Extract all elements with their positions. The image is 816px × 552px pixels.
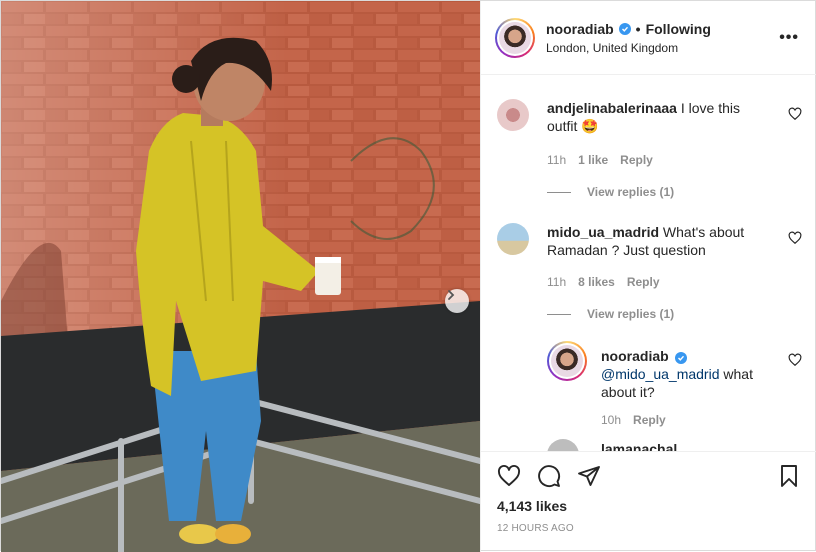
comment-likes[interactable]: 8 likes [578,275,615,289]
comment-text-block: andjelinabalerinaaa I love this outfit 🤩 [547,99,772,135]
comment-username[interactable]: andjelinabalerinaaa [547,100,677,116]
instagram-post: nooradiab • Following London, United Kin… [0,0,816,552]
post-side-panel: nooradiab • Following London, United Kin… [480,1,816,552]
commenter-avatar[interactable] [497,99,529,131]
chevron-right-icon [448,290,455,300]
photo-illustration [1,1,480,552]
reply-username[interactable]: nooradiab [601,348,669,364]
comment-text-block: mido_ua_madrid What's about Ramadan ? Ju… [547,223,772,259]
reply-mention-link[interactable]: @mido_ua_madrid [601,366,720,382]
comment-like-heart-icon[interactable] [788,107,802,121]
comment-username[interactable]: lamanachal [601,441,677,451]
separator: • [635,21,641,37]
following-button[interactable]: Following [646,21,711,37]
comment-likes[interactable]: 1 like [578,153,608,167]
commenter-avatar[interactable] [547,439,579,451]
action-bar: 4,143 likes 12 HOURS AGO [481,451,816,552]
commenter-avatar[interactable] [497,223,529,255]
next-photo-button[interactable] [445,289,469,313]
comment-username[interactable]: mido_ua_madrid [547,224,659,240]
comment-time: 11h [547,275,567,289]
comment-meta: 11h 1 like Reply [547,153,653,167]
paper-plane-icon[interactable] [577,464,601,488]
comment-time: 11h [547,153,567,167]
post-timestamp[interactable]: 12 HOURS AGO [497,523,574,534]
comments-list[interactable]: andjelinabalerinaaa I love this outfit 🤩… [481,75,816,451]
view-replies-button[interactable]: View replies (1) [547,307,674,321]
likes-count[interactable]: 4,143 likes [497,498,567,514]
verified-badge-icon [674,352,687,364]
reply-meta: 10h Reply [601,413,666,427]
comment-meta: 11h 8 likes Reply [547,275,660,289]
post-photo[interactable] [1,1,480,552]
reply-text-block: nooradiab @mido_ua_madrid what about it? [601,347,771,401]
post-location[interactable]: London, United Kingdom [546,41,678,55]
reply-button[interactable]: Reply [633,413,666,427]
heart-icon[interactable] [497,464,521,488]
partial-comment: lamanachal [547,439,802,451]
divider-line [547,313,571,315]
post-header: nooradiab • Following London, United Kin… [481,1,816,75]
comment-icon[interactable] [537,464,561,488]
author-avatar[interactable] [495,18,535,58]
more-options-button[interactable]: ••• [779,29,799,47]
divider-line [547,191,571,193]
reply-like-heart-icon[interactable] [788,353,802,367]
verified-badge-icon [618,23,631,35]
view-replies-label: View replies (1) [587,307,675,321]
reply-time: 10h [601,413,622,427]
comment-like-heart-icon[interactable] [788,231,802,245]
view-replies-label: View replies (1) [587,185,675,199]
author-username-row: nooradiab • Following [546,21,711,37]
view-replies-button[interactable]: View replies (1) [547,185,674,199]
author-username[interactable]: nooradiab [546,21,614,37]
reply-button[interactable]: Reply [620,153,653,167]
bookmark-icon[interactable] [777,464,801,488]
reply-author-avatar[interactable] [547,341,587,381]
reply-button[interactable]: Reply [627,275,660,289]
